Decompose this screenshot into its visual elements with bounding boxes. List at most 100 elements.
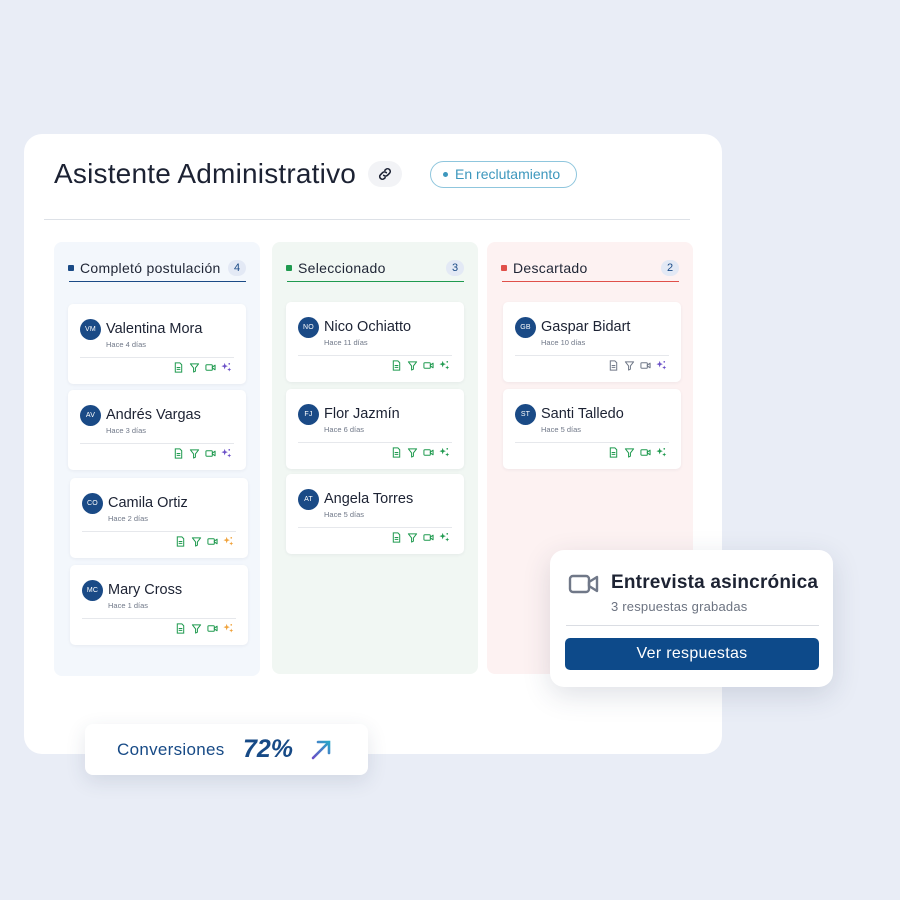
column-title: Descartado [513,260,588,276]
candidate-time: Hace 4 días [106,340,147,349]
filter-icon[interactable] [624,447,635,458]
document-icon[interactable] [391,447,402,458]
trend-up-arrow-icon [311,740,331,760]
conversions-value: 72% [243,735,294,763]
card-divider [80,357,234,358]
ai-sparkle-icon[interactable] [439,360,450,371]
filter-icon[interactable] [191,623,202,634]
ai-sparkle-icon[interactable] [221,362,232,373]
filter-icon[interactable] [624,360,635,371]
document-icon[interactable] [608,360,619,371]
copy-link-button[interactable] [368,161,403,187]
page-title: Asistente Administrativo [54,158,357,189]
card-actions [173,448,232,459]
avatar: FJ [298,404,319,425]
column-title: Completó postulación [80,260,221,276]
card-actions [175,536,234,547]
card-actions [391,447,450,458]
video-icon[interactable] [205,448,216,459]
interview-divider [566,625,819,626]
interview-subtitle: 3 respuestas grabadas [611,599,748,614]
avatar: MC [82,580,103,601]
status-label: En reclutamiento [455,166,561,182]
column-status-dot [68,265,74,271]
video-icon[interactable] [207,623,218,634]
ai-sparkle-icon[interactable] [221,448,232,459]
column-header: Descartado 2 [501,254,679,282]
ai-sparkle-icon[interactable] [223,623,234,634]
card-divider [298,527,452,528]
filter-icon[interactable] [191,536,202,547]
ai-sparkle-icon[interactable] [439,532,450,543]
avatar: AV [80,405,101,426]
card-divider [82,531,236,532]
async-interview-card: Entrevista asincrónica 3 respuestas grab… [550,550,833,687]
column-completo-postulacion: Completó postulación 4 VM Valentina Mora… [54,242,260,676]
candidate-time: Hace 6 días [324,425,365,434]
candidate-card[interactable]: AT Angela Torres Hace 5 días [286,474,464,554]
candidate-name: Santi Talledo [541,406,624,422]
avatar: VM [80,319,101,340]
candidate-card[interactable]: GB Gaspar Bidart Hace 10 días [503,302,681,382]
filter-icon[interactable] [407,360,418,371]
candidate-name: Flor Jazmín [324,406,400,422]
avatar: CO [82,493,103,514]
card-divider [515,442,669,443]
document-icon[interactable] [391,532,402,543]
link-icon [379,167,392,181]
candidate-card[interactable]: CO Camila Ortiz Hace 2 días [70,478,248,558]
document-icon[interactable] [173,448,184,459]
candidate-name: Mary Cross [108,582,183,598]
candidate-name: Valentina Mora [106,321,203,337]
video-icon[interactable] [207,536,218,547]
card-actions [391,360,450,371]
status-dot [443,171,449,177]
avatar: AT [298,489,319,510]
card-divider [298,355,452,356]
column-underline [69,281,246,282]
document-icon[interactable] [173,362,184,373]
document-icon[interactable] [175,623,186,634]
ai-sparkle-icon[interactable] [656,447,667,458]
video-icon[interactable] [423,447,434,458]
status-badge[interactable]: En reclutamiento [430,160,578,188]
card-actions [608,447,667,458]
ai-sparkle-icon[interactable] [439,447,450,458]
video-icon[interactable] [640,447,651,458]
candidate-name: Camila Ortiz [108,495,188,511]
video-icon[interactable] [423,532,434,543]
filter-icon[interactable] [407,447,418,458]
video-icon[interactable] [423,360,434,371]
filter-icon[interactable] [189,448,200,459]
document-icon[interactable] [391,360,402,371]
column-seleccionado: Seleccionado 3 NO Nico Ochiatto Hace 11 … [272,242,478,674]
conversions-card: Conversiones 72% [85,724,368,775]
card-divider [298,442,452,443]
candidate-card[interactable]: AV Andrés Vargas Hace 3 días [68,390,246,470]
candidate-card[interactable]: NO Nico Ochiatto Hace 11 días [286,302,464,382]
video-camera-icon [568,574,599,594]
job-header: Asistente Administrativo En reclutamient… [54,156,578,192]
document-icon[interactable] [608,447,619,458]
candidate-time: Hace 2 días [108,514,149,523]
filter-icon[interactable] [189,362,200,373]
candidate-card[interactable]: FJ Flor Jazmín Hace 6 días [286,389,464,469]
ai-sparkle-icon[interactable] [656,360,667,371]
view-responses-button[interactable]: Ver respuestas [565,638,819,670]
column-title: Seleccionado [298,260,386,276]
candidate-card[interactable]: ST Santi Talledo Hace 5 días [503,389,681,469]
video-icon[interactable] [640,360,651,371]
document-icon[interactable] [175,536,186,547]
column-count-badge: 3 [446,260,464,276]
card-divider [80,443,234,444]
avatar: ST [515,404,536,425]
video-icon[interactable] [205,362,216,373]
card-divider [82,618,236,619]
candidate-time: Hace 1 días [108,601,149,610]
column-header: Completó postulación 4 [68,254,246,282]
ai-sparkle-icon[interactable] [223,536,234,547]
candidate-card[interactable]: VM Valentina Mora Hace 4 días [68,304,246,384]
filter-icon[interactable] [407,532,418,543]
candidate-card[interactable]: MC Mary Cross Hace 1 días [70,565,248,645]
candidate-time: Hace 10 días [541,338,586,347]
